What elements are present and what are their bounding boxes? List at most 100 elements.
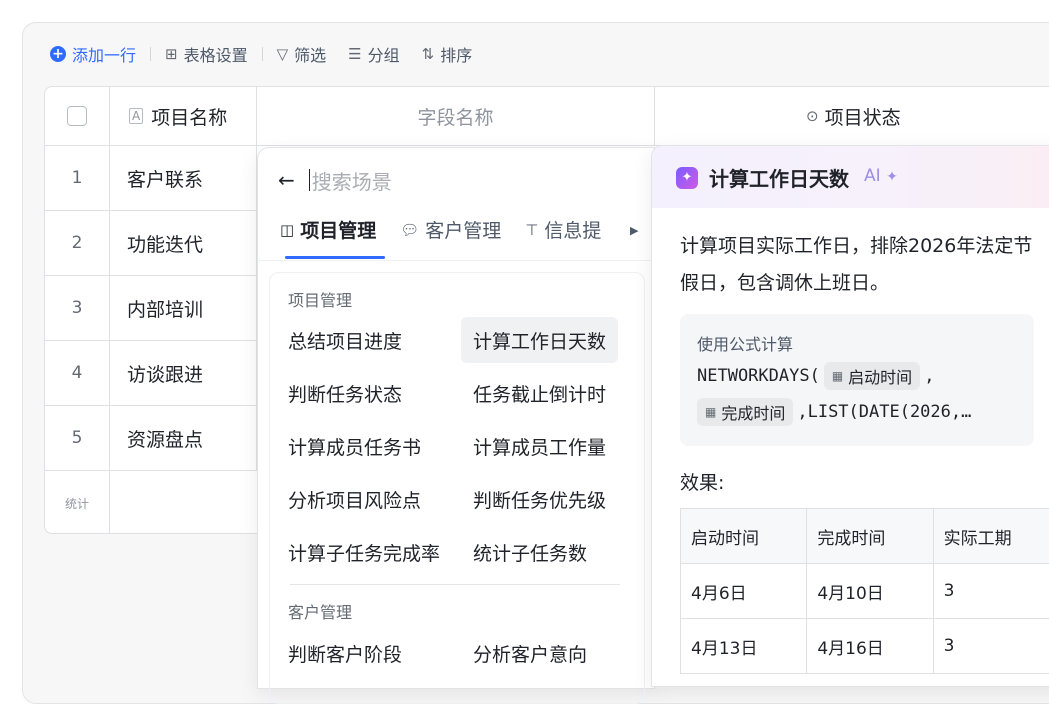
formula-line: NETWORKDAYS( ▦ 启动时间 , xyxy=(697,362,934,390)
formula-tail: ,LIST(DATE(2026,… xyxy=(797,402,971,422)
scene-option[interactable]: 计算成员任务书 xyxy=(276,423,433,469)
grid-icon: ⊞ xyxy=(165,45,178,63)
scene-option[interactable]: 判断客户阶段 xyxy=(276,630,414,676)
sort-button[interactable]: ⇅ 排序 xyxy=(422,42,473,66)
formula-label: 使用公式计算 xyxy=(697,331,793,355)
formula-comma: , xyxy=(924,366,934,386)
result-header: 完成时间 xyxy=(807,509,933,564)
result-table: 启动时间 完成时间 实际工期 4月6日 4月10日 3 4月13日 4月16日 … xyxy=(680,508,1049,674)
calendar-icon: ▦ xyxy=(832,369,843,383)
group-label: 分组 xyxy=(368,42,400,66)
tab-customer-management[interactable]: 💬︎ 客户管理 xyxy=(400,216,501,243)
group-icon: ☰ xyxy=(348,45,361,63)
tab-label: 项目管理 xyxy=(300,216,376,243)
sort-label: 排序 xyxy=(440,42,472,66)
result-cell: 3 xyxy=(933,564,1049,619)
sort-icon: ⇅ xyxy=(422,45,435,63)
section-title: 项目管理 xyxy=(288,287,352,311)
tab-project-management[interactable]: ◫ 项目管理 xyxy=(280,216,376,243)
stat-label: 统计 xyxy=(65,495,89,512)
ai-detail-panel: ✦ 计算工作日天数 AI ✦ 计算项目实际工作日，排除2026年法定节假日，包含… xyxy=(651,145,1049,687)
row-number: 1 xyxy=(45,146,110,210)
project-name-cell[interactable]: 资源盘点 xyxy=(109,406,257,470)
tabs-scroll-right-icon[interactable]: ▶ xyxy=(630,224,638,237)
result-header: 启动时间 xyxy=(681,509,807,564)
scene-option-selected[interactable]: 计算工作日天数 xyxy=(461,317,618,363)
result-cell: 3 xyxy=(933,619,1049,674)
result-cell: 4月16日 xyxy=(807,619,933,674)
result-row: 4月6日 4月10日 3 xyxy=(681,564,1049,619)
scene-option[interactable]: 计算子任务完成率 xyxy=(276,529,452,575)
scene-search-input[interactable]: 搜索场景 xyxy=(312,166,392,195)
formula-box: 使用公式计算 NETWORKDAYS( ▦ 启动时间 , ▦ 完成时间 ,LIS… xyxy=(680,314,1034,446)
section-title: 客户管理 xyxy=(288,599,352,623)
chip-label: 启动时间 xyxy=(848,364,912,388)
column-header-label: 项目名称 xyxy=(151,103,227,130)
column-header-field-name[interactable]: 字段名称 xyxy=(257,87,655,145)
project-name-cell[interactable]: 功能迭代 xyxy=(109,211,257,275)
effect-label: 效果: xyxy=(680,468,724,495)
small-sparkle-icon: ✦ xyxy=(886,169,898,185)
result-header-row: 启动时间 完成时间 实际工期 xyxy=(681,509,1049,564)
row-number: 2 xyxy=(45,211,110,275)
table-settings-label: 表格设置 xyxy=(184,42,248,66)
table-settings-button[interactable]: ⊞ 表格设置 xyxy=(165,42,248,66)
stat-label-cell[interactable]: 统计 xyxy=(45,471,110,534)
field-chip-start-time: ▦ 启动时间 xyxy=(824,362,920,390)
ai-tag-label: AI xyxy=(864,166,881,186)
text-box-icon: ⊤ xyxy=(525,221,538,239)
scene-option[interactable]: 统计子任务数 xyxy=(461,529,599,575)
result-cell: 4月10日 xyxy=(807,564,933,619)
tab-label: 信息提 xyxy=(544,216,601,243)
row-number: 5 xyxy=(45,406,110,470)
toolbar: + 添加一行 ⊞ 表格设置 ▽ 筛选 ☰ 分组 ⇅ 排序 xyxy=(50,41,472,67)
scene-option[interactable]: 判断任务优先级 xyxy=(461,476,618,522)
column-header-project-name[interactable]: A 项目名称 xyxy=(109,87,257,145)
formula-function: NETWORKDAYS( xyxy=(697,366,820,386)
column-header-project-status[interactable]: ⊙ 项目状态 xyxy=(654,87,1049,145)
calendar-icon: ▦ xyxy=(705,405,716,419)
active-tab-indicator xyxy=(285,256,385,259)
formula-line: ▦ 完成时间 ,LIST(DATE(2026,… xyxy=(697,398,971,426)
field-chip-end-time: ▦ 完成时间 xyxy=(697,398,793,426)
project-name-cell[interactable]: 访谈跟进 xyxy=(109,341,257,405)
result-cell: 4月13日 xyxy=(681,619,807,674)
scene-panel: ← 搜索场景 ◫ 项目管理 💬︎ 客户管理 ⊤ 信息提 ▶ 项目管理 总结项目进… xyxy=(257,147,655,689)
filter-button[interactable]: ▽ 筛选 xyxy=(277,42,327,66)
sparkle-icon: ✦ xyxy=(676,167,698,189)
section-divider xyxy=(290,584,620,585)
tabs-divider xyxy=(258,260,654,261)
tab-info-extraction[interactable]: ⊤ 信息提 xyxy=(525,216,601,243)
add-row-button[interactable]: + 添加一行 xyxy=(50,42,136,66)
result-cell: 4月6日 xyxy=(681,564,807,619)
scene-list: 项目管理 总结项目进度 计算工作日天数 判断任务状态 任务截止倒计时 计算成员任… xyxy=(269,272,645,704)
scene-option[interactable]: 分析客户意向 xyxy=(461,630,599,676)
scene-option[interactable]: 任务截止倒计时 xyxy=(461,370,618,416)
scene-option[interactable]: 总结项目进度 xyxy=(276,317,414,363)
filter-label: 筛选 xyxy=(294,42,326,66)
scene-option[interactable]: 分析项目风险点 xyxy=(276,476,433,522)
project-name-cell[interactable]: 客户联系 xyxy=(109,146,257,210)
select-all-cell xyxy=(45,87,110,145)
back-arrow-icon[interactable]: ← xyxy=(278,168,295,192)
text-caret xyxy=(309,169,310,191)
group-button[interactable]: ☰ 分组 xyxy=(348,42,399,66)
column-header-label: 字段名称 xyxy=(417,103,493,130)
row-number: 3 xyxy=(45,276,110,340)
toolbar-divider xyxy=(262,47,263,61)
project-name-cell[interactable]: 内部培训 xyxy=(109,276,257,340)
select-all-checkbox[interactable] xyxy=(67,106,87,126)
filter-icon: ▽ xyxy=(277,45,289,63)
scene-option[interactable]: 判断任务状态 xyxy=(276,370,414,416)
tab-label: 客户管理 xyxy=(425,216,501,243)
kanban-icon: ◫ xyxy=(280,221,294,239)
ai-description: 计算项目实际工作日，排除2026年法定节假日，包含调休上班日。 xyxy=(680,228,1036,302)
plus-circle-icon: + xyxy=(50,46,66,62)
table-header: A 项目名称 字段名称 ⊙ 项目状态 xyxy=(45,87,1049,146)
add-row-label: 添加一行 xyxy=(72,42,136,66)
column-header-label: 项目状态 xyxy=(825,103,901,130)
toolbar-divider xyxy=(150,47,151,61)
ai-tag: AI ✦ xyxy=(864,166,898,186)
scene-option[interactable]: 计算成员工作量 xyxy=(461,423,618,469)
result-header: 实际工期 xyxy=(933,509,1049,564)
